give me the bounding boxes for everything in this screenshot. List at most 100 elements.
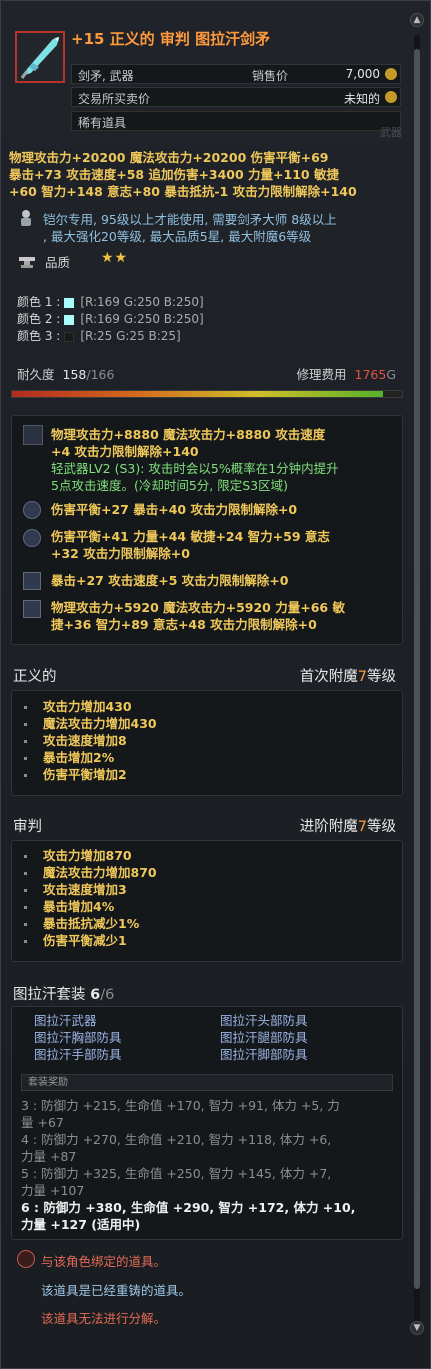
stat-line: 物理攻击力+20200 魔法攻击力+20200 伤害平衡+69 — [9, 150, 329, 165]
enchant2-level: 进阶附魔7等级 — [300, 815, 396, 836]
bonus-line: 6 : 防御力 +380, 生命值 +290, 智力 +172, 体力 +10, — [21, 1200, 356, 1215]
spear-weapon-icon — [15, 31, 65, 83]
gold-coin-icon — [385, 91, 397, 103]
option-line: +4 攻击力限制解除+140 — [51, 444, 199, 459]
durability: 耐久度 158/166 — [17, 364, 114, 383]
watermark-text: 武器 — [380, 126, 402, 139]
set-count: 6 — [90, 987, 101, 1003]
enchant1-level: 首次附魔7等级 — [300, 665, 396, 686]
reforged-text: 该道具是已经重铸的道具。 — [41, 1283, 192, 1298]
enchant2-level-suffix: 等级 — [367, 819, 396, 835]
set-bonus-5: 5 : 防御力 +325, 生命值 +250, 智力 +145, 体力 +7, … — [21, 1165, 393, 1199]
item-name: +15 正义的 审判 图拉汗剑矛 — [71, 30, 271, 48]
gem-icon — [23, 501, 41, 519]
option-3: 伤害平衡+41 力量+44 敏捷+24 智力+59 意志 +32 攻击力限制解除… — [51, 528, 396, 562]
stat-line: 暴击+73 攻击速度+58 追加伤害+3400 力量+110 敏捷 — [9, 167, 339, 182]
crest-icon — [23, 425, 43, 445]
bonus-line: 5 : 防御力 +325, 生命值 +250, 智力 +145, 体力 +7, — [21, 1166, 332, 1181]
set-item: 图拉汗脚部防具 — [220, 1047, 308, 1062]
set-item: 图拉汗胸部防具 — [34, 1030, 122, 1045]
rarity-row: 稀有道具 武器 — [71, 111, 402, 139]
trade-price-row: 交易所买卖价 未知的 — [71, 87, 401, 107]
requirement-line: 铠尔专用, 95级以上才能使用, 需要剑矛大师 8级以上 — [43, 212, 337, 227]
option-line: +32 攻击力限制解除+0 — [51, 546, 190, 561]
color-swatch — [64, 331, 75, 342]
bonus-line: 力量 +127 (适用中) — [21, 1217, 141, 1232]
anvil-icon — [17, 251, 35, 269]
option-1: 物理攻击力+8880 魔法攻击力+8880 攻击速度 +4 攻击力限制解除+14… — [51, 426, 396, 494]
option-line: 暴击+27 攻击速度+5 攻击力限制解除+0 — [51, 573, 289, 588]
item-type: 剑矛, 武器 — [78, 69, 134, 83]
option-line: 物理攻击力+5920 魔法攻击力+5920 力量+66 敏 — [51, 600, 345, 615]
stat-line: +60 智力+148 意志+80 暴击抵抗-1 攻击力限制解除+140 — [9, 184, 357, 199]
repair-cost: 修理费用 1765G — [297, 364, 397, 383]
bound-icon — [17, 1250, 35, 1268]
color-label: 颜色 3 : — [17, 329, 61, 343]
enchant1-list: 攻击力增加430 魔法攻击力增加430 攻击速度增加8 暴击增加2% 伤害平衡增… — [34, 698, 157, 783]
option-effect-line: 轻武器LV2 (S3): 攻击时会以5%概率在1分钟内提升 — [51, 461, 339, 476]
bonus-line: 量 +67 — [21, 1115, 64, 1130]
option-4: 暴击+27 攻击速度+5 攻击力限制解除+0 — [51, 572, 396, 589]
set-total: /6 — [100, 987, 115, 1003]
durability-current: 158 — [62, 367, 87, 382]
sell-price-row: 剑矛, 武器 销售价 7,000 — [71, 64, 401, 84]
enchant2-list: 攻击力增加870 魔法攻击力增加870 攻击速度增加3 暴击增加4% 暴击抵抗减… — [34, 847, 157, 949]
color-swatch — [64, 297, 75, 308]
list-item: 伤害平衡增加2 — [34, 766, 157, 783]
option-line: 捷+36 智力+89 意志+48 攻击力限制解除+0 — [51, 617, 317, 632]
enchant1-level-prefix: 首次附魔 — [299, 669, 358, 685]
list-item: 攻击速度增加3 — [34, 881, 157, 898]
list-item: 攻击力增加430 — [34, 698, 157, 715]
color-value: [R:169 G:250 B:250] — [80, 312, 204, 326]
option-effect-line: 5点攻击速度。(冷却时间5分, 限定S3区域) — [51, 478, 288, 493]
enchant2-title: 审判 — [13, 819, 42, 835]
list-item: 攻击力增加870 — [34, 847, 157, 864]
durability-label: 耐久度 — [17, 367, 55, 382]
enchant1-title: 正义的 — [13, 669, 57, 685]
character-icon — [17, 209, 35, 227]
repair-unit: G — [386, 367, 396, 382]
list-item: 攻击速度增加8 — [34, 732, 157, 749]
bonus-line: 力量 +87 — [21, 1149, 77, 1164]
color-swatch — [64, 314, 75, 325]
set-item: 图拉汗腿部防具 — [220, 1030, 308, 1045]
option-line: 伤害平衡+27 暴击+40 攻击力限制解除+0 — [51, 502, 298, 517]
set-title: 图拉汗套装 6/6 — [13, 983, 114, 1004]
enchant2-level-value: 7 — [357, 819, 367, 835]
color-value: [R:169 G:250 B:250] — [80, 295, 204, 309]
gem-icon — [23, 529, 41, 547]
option-line: 伤害平衡+41 力量+44 敏捷+24 智力+59 意志 — [51, 529, 330, 544]
quality-label: 品质 — [45, 255, 71, 270]
color-label: 颜色 1 : — [17, 295, 61, 309]
spear-icon — [23, 600, 41, 618]
durability-bar-fill — [12, 391, 384, 397]
trade-price-value: 未知的 — [343, 92, 380, 106]
bonus-line: 4 : 防御力 +270, 生命值 +210, 智力 +118, 体力 +6, — [21, 1132, 332, 1147]
sell-price-value: 7,000 — [345, 67, 380, 81]
option-2: 伤害平衡+27 暴击+40 攻击力限制解除+0 — [51, 501, 396, 518]
scrollbar[interactable]: ▲ ▼ — [410, 9, 424, 1361]
scroll-thumb[interactable] — [414, 49, 420, 1289]
durability-max: /166 — [86, 367, 115, 382]
scroll-up-icon[interactable]: ▲ — [410, 13, 424, 27]
bound-text: 与该角色绑定的道具。 — [41, 1254, 167, 1269]
enchant2-level-prefix: 进阶附魔 — [299, 819, 358, 835]
set-left-list: 图拉汗武器 图拉汗胸部防具 图拉汗手部防具 — [34, 1012, 122, 1063]
set-bonus-4: 4 : 防御力 +270, 生命值 +210, 智力 +118, 体力 +6, … — [21, 1131, 393, 1165]
list-item: 暴击抵抗减少1% — [34, 915, 157, 932]
list-item: 伤害平衡减少1 — [34, 932, 157, 949]
repair-label: 修理费用 — [296, 367, 347, 382]
feather-icon — [23, 572, 41, 590]
set-bonus-header: 套装奖励 — [21, 1074, 393, 1091]
color-label: 颜色 2 : — [17, 312, 61, 326]
set-bonus-3: 3 : 防御力 +215, 生命值 +170, 智力 +91, 体力 +5, 力… — [21, 1097, 393, 1131]
trade-price-label: 交易所买卖价 — [78, 92, 151, 106]
list-item: 魔法攻击力增加430 — [34, 715, 157, 732]
scroll-down-icon[interactable]: ▼ — [410, 1321, 424, 1335]
set-item: 图拉汗头部防具 — [220, 1013, 308, 1028]
color-value: [R:25 G:25 B:25] — [80, 329, 181, 343]
set-name: 图拉汗套装 — [13, 987, 86, 1003]
gold-coin-icon — [385, 68, 397, 80]
enchant1-level-suffix: 等级 — [367, 669, 396, 685]
color-row-3: 颜色 3 : [R:25 G:25 B:25] — [17, 327, 181, 344]
